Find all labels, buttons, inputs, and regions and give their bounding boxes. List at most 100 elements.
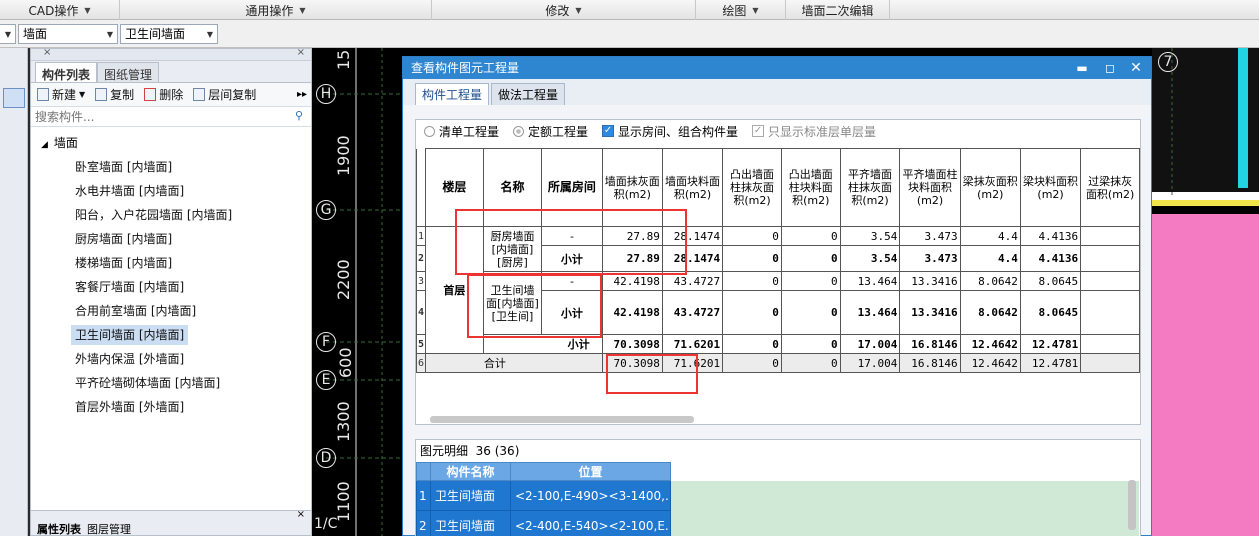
vertical-scrollbar[interactable]: [1128, 480, 1136, 530]
menu-draw[interactable]: 绘图 ▼: [696, 0, 786, 20]
axis-dimension: 1300: [334, 401, 353, 442]
axis-label-g: G: [316, 200, 336, 220]
copy-button[interactable]: 复制: [95, 86, 134, 103]
chevron-down-icon: ▼: [84, 5, 91, 15]
tree-item[interactable]: 阳台，入户花园墙面 [内墙面]: [31, 203, 311, 227]
axis-dimension: 1900: [334, 135, 353, 176]
radio-checked-icon: [513, 125, 525, 137]
header-component-name: 构件名称: [430, 462, 511, 481]
copy-icon: [95, 88, 108, 101]
chevron-down-icon: ▼: [79, 90, 86, 99]
tree-item[interactable]: 首层外墙面 [外墙面]: [31, 395, 311, 419]
detail-title: 图元明细 36 (36): [420, 444, 520, 458]
tree-item[interactable]: 楼梯墙面 [内墙面]: [31, 251, 311, 275]
axis-label-7: 7: [1158, 52, 1178, 72]
floor-copy-icon: [193, 88, 206, 101]
menu-modify[interactable]: 修改 ▼: [432, 0, 696, 20]
list-quantity-radio[interactable]: 清单工程量: [424, 123, 499, 140]
floor-copy-button[interactable]: 层间复制: [193, 86, 256, 103]
search-icon[interactable]: ⚲: [295, 109, 303, 122]
axis-label-f: F: [316, 332, 336, 352]
axis-label-e: E: [316, 370, 336, 390]
floor-select[interactable]: ▼: [0, 24, 16, 44]
collapse-icon[interactable]: ◢: [41, 140, 48, 150]
tab-property-list[interactable]: 属性列表: [37, 521, 81, 536]
header-col: 平齐墙面柱块料面积(m2): [899, 148, 961, 227]
component-search: ⚲: [31, 107, 311, 127]
axis-dimension: 15: [334, 49, 353, 70]
chevron-down-icon: ▼: [575, 5, 582, 15]
header-col: 梁块料面积(m2): [1019, 148, 1082, 227]
tree-item[interactable]: 合用前室墙面 [内墙面]: [31, 299, 311, 323]
axis-dimension: 2200: [334, 259, 353, 300]
axis-label-d: D: [316, 448, 336, 468]
grid-icon[interactable]: [3, 88, 25, 108]
tree-item[interactable]: 客餐厅墙面 [内墙面]: [31, 275, 311, 299]
menu-bar: CAD操作 ▼ 通用操作 ▼ 修改 ▼ 绘图 ▼ 墙面二次编辑: [0, 0, 1259, 20]
delete-icon: [144, 88, 157, 101]
header-col: 凸出墙面柱块料面积(m2): [780, 148, 841, 227]
header-col: 过梁抹灰面积(m2): [1080, 148, 1140, 227]
detail-table: 构件名称 位置 1 卫生间墙面 <2-100,E-490><3-1400,...…: [416, 462, 1139, 536]
close-icon[interactable]: ×: [297, 509, 305, 520]
tree-item[interactable]: 平齐砼墙砌体墙面 [内墙面]: [31, 371, 311, 395]
delete-button[interactable]: 删除: [144, 86, 183, 103]
detail-row[interactable]: 2 卫生间墙面 <2-400,E-540><2-100,E...: [416, 510, 1139, 536]
annotation-box: [455, 209, 687, 275]
search-input[interactable]: [31, 107, 311, 126]
tab-layer-management[interactable]: 图层管理: [87, 521, 131, 536]
close-icon[interactable]: ×: [297, 47, 305, 58]
only-standard-floor-checkbox: ✓ 只显示标准层单层量: [752, 124, 877, 139]
header-position: 位置: [510, 462, 671, 481]
show-room-checkbox[interactable]: ✓ 显示房间、组合构件量: [602, 123, 738, 140]
dialog-title-bar: 查看构件图元工程量 ▬ ◻ ✕: [403, 57, 1151, 79]
dialog-title: 查看构件图元工程量: [411, 61, 520, 75]
maximize-icon[interactable]: ◻: [1097, 57, 1123, 79]
header-col: 平齐墙面柱抹灰面积(m2): [839, 148, 901, 227]
tab-method-quantity[interactable]: 做法工程量: [491, 83, 566, 105]
close-icon[interactable]: ✕: [1123, 57, 1149, 79]
panel-tabs: 构件列表 图纸管理: [31, 61, 311, 83]
chevron-down-icon: ▼: [206, 30, 213, 39]
checkbox-disabled-icon: ✓: [752, 125, 765, 137]
horizontal-scrollbar[interactable]: [430, 416, 694, 423]
chevron-down-icon: ▼: [299, 5, 306, 15]
component-tree: ◢ 墙面 卧室墙面 [内墙面] 水电井墙面 [内墙面] 阳台，入户花园墙面 [内墙…: [31, 127, 311, 419]
tab-component-list[interactable]: 构件列表: [35, 62, 98, 82]
dialog-tabs: 构件工程量 做法工程量: [403, 79, 1151, 105]
detail-row[interactable]: 1 卫生间墙面 <2-100,E-490><3-1400,...: [416, 480, 1139, 511]
options-row: 清单工程量 定额工程量 ✓ 显示房间、组合构件量 ✓ 只显示标准层单层量: [416, 120, 1140, 142]
close-icon[interactable]: ×: [43, 47, 51, 58]
chevron-down-icon: ▼: [752, 5, 759, 15]
type-select[interactable]: 墙面 ▼: [18, 24, 118, 44]
axis-label-h: H: [316, 84, 336, 104]
tab-component-quantity[interactable]: 构件工程量: [415, 83, 490, 105]
minimize-icon[interactable]: ▬: [1069, 57, 1095, 79]
radio-icon: [424, 125, 435, 137]
header-col: 凸出墙面柱抹灰面积(m2): [722, 148, 782, 227]
tree-root-wall[interactable]: ◢ 墙面: [31, 131, 311, 155]
menu-cad-ops[interactable]: CAD操作 ▼: [0, 0, 120, 20]
tree-item-selected[interactable]: 卫生间墙面 [内墙面]: [31, 323, 311, 347]
menu-wall-edit[interactable]: 墙面二次编辑: [786, 0, 890, 20]
checkbox-checked-icon: ✓: [602, 125, 615, 137]
panel-header: × ×: [31, 47, 311, 61]
more-icon[interactable]: ▸▸: [297, 89, 307, 100]
axis-label-1c: 1/C: [314, 516, 338, 532]
quota-quantity-radio[interactable]: 定额工程量: [513, 123, 588, 140]
header-col: 梁抹灰面积(m2): [959, 148, 1021, 227]
new-button[interactable]: 新建 ▼: [37, 86, 85, 103]
menu-common-ops[interactable]: 通用操作 ▼: [120, 0, 432, 20]
tree-item[interactable]: 水电井墙面 [内墙面]: [31, 179, 311, 203]
name-select[interactable]: 卫生间墙面 ▼: [120, 24, 218, 44]
property-panel-header: × 属性列表 图层管理: [30, 509, 312, 536]
tree-item[interactable]: 卧室墙面 [内墙面]: [31, 155, 311, 179]
axis-dimension: 600: [336, 347, 355, 378]
chevron-down-icon: ▼: [106, 30, 113, 39]
tab-drawing-management[interactable]: 图纸管理: [97, 62, 160, 82]
component-list-panel: × × 构件列表 图纸管理 新建▼ 复制 删除 层间复制 ▸▸ ⚲ ◢墙面 卧室…: [30, 47, 312, 536]
tree-item[interactable]: 厨房墙面 [内墙面]: [31, 227, 311, 251]
table-row-total[interactable]: 6 合计 70.3098 71.6201 0 0 17.004 16.8146 …: [416, 353, 1140, 373]
annotation-box: [467, 274, 602, 338]
tree-item[interactable]: 外墙内保温 [外墙面]: [31, 347, 311, 371]
